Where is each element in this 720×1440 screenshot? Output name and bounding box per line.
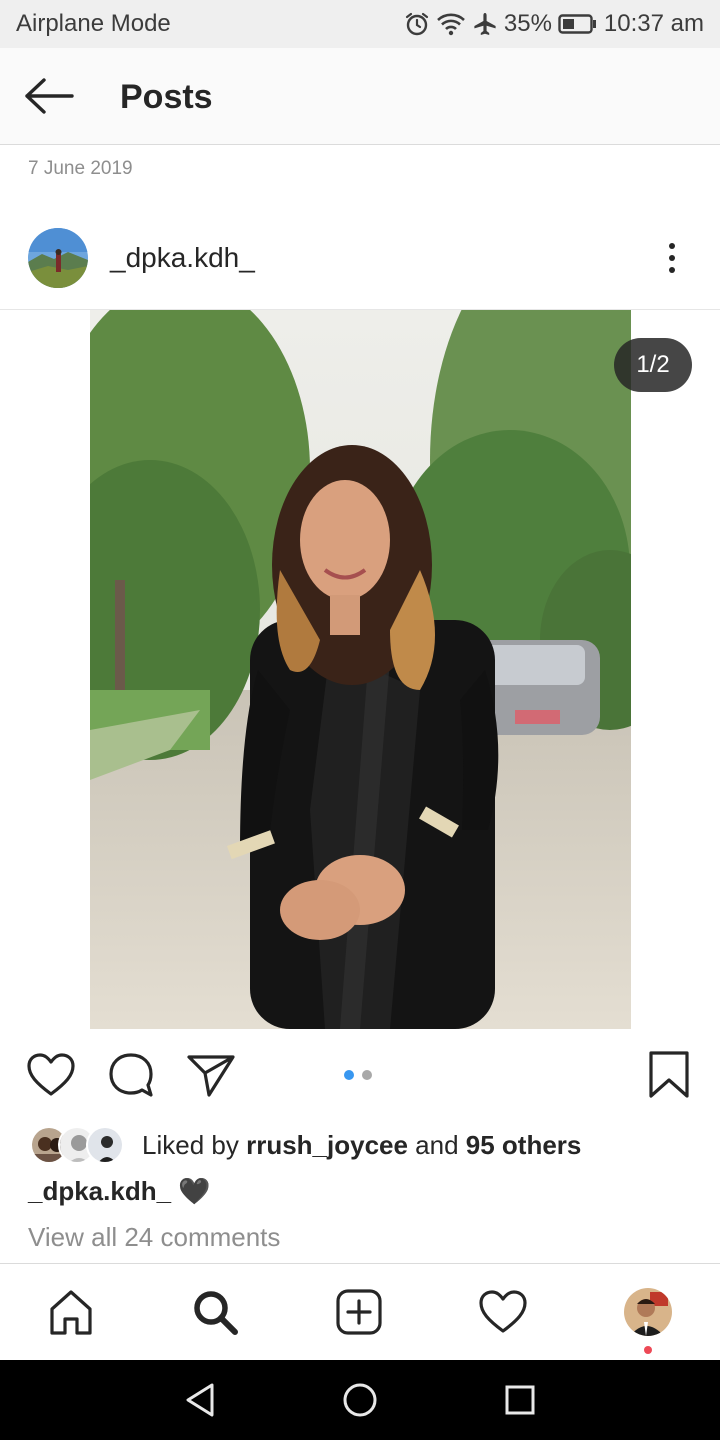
notification-dot [644,1346,652,1354]
airplane-icon [472,8,498,40]
status-bar: Airplane Mode 35% 10:37 am [0,0,720,48]
likes-and: and [407,1129,466,1160]
more-dot [669,267,675,273]
battery-percent: 35% [503,10,552,37]
system-home-button[interactable] [338,1378,382,1422]
system-navigation-bar [0,1360,720,1440]
more-options-button[interactable] [654,236,690,280]
nav-new-post[interactable] [331,1284,387,1340]
app-header: Posts [0,48,720,145]
activity-heart-icon [479,1290,527,1333]
author-username[interactable]: _dpka.kdh_ [110,242,255,274]
post-actions [0,1040,720,1112]
more-vertical-icon [669,243,675,249]
wifi-icon [436,8,466,40]
carousel-indicator [344,1070,372,1080]
home-circle-icon [343,1383,377,1417]
photo-counter-badge: 1/2 [614,338,692,392]
search-icon [194,1291,238,1335]
more-dot [669,255,675,261]
post-photo[interactable] [90,310,631,1029]
nav-profile[interactable] [620,1284,676,1340]
carousel-dot-active [344,1070,354,1080]
comment-icon [109,1053,153,1097]
share-button[interactable] [184,1048,238,1102]
post-caption: _dpka.kdh_ 🖤 [28,1176,211,1207]
system-recents-button[interactable] [498,1378,542,1422]
back-button[interactable] [18,74,78,118]
status-icons: 35% 10:37 am [404,8,704,40]
carousel-dot [362,1070,372,1080]
arrow-left-icon [25,78,74,114]
add-post-icon [336,1289,382,1335]
profile-avatar [624,1288,672,1336]
send-icon [187,1055,235,1097]
caption-text: 🖤 [171,1176,211,1206]
author-avatar[interactable] [28,228,88,288]
comment-button[interactable] [104,1048,158,1102]
likes-prefix: Liked by [142,1129,247,1160]
save-button[interactable] [642,1048,696,1102]
home-icon [50,1290,92,1335]
back-triangle-icon [186,1383,214,1417]
like-button[interactable] [24,1048,78,1102]
likes-others-count[interactable]: 95 others [466,1130,582,1160]
first-liker-username[interactable]: rrush_joycee [246,1130,408,1160]
clock-time: 10:37 am [603,10,704,37]
post-header: _dpka.kdh_ [0,214,720,310]
bookmark-icon [649,1051,689,1098]
alarm-icon [404,8,430,40]
battery-icon [558,8,598,40]
system-back-button[interactable] [178,1378,222,1422]
page-title: Posts [120,78,213,116]
liker-avatar [86,1126,124,1164]
recents-square-icon [505,1385,535,1415]
nav-activity[interactable] [475,1284,531,1340]
likes-summary: Liked by rrush_joycee and 95 others [142,1130,581,1161]
nav-search[interactable] [187,1284,243,1340]
view-all-comments-link[interactable]: View all 24 comments [28,1222,280,1253]
airplane-mode-label: Airplane Mode [16,10,171,37]
post-date: 7 June 2019 [28,158,133,179]
caption-username[interactable]: _dpka.kdh_ [28,1176,171,1206]
heart-icon [27,1053,75,1096]
bottom-navigation [0,1263,720,1360]
likes-row[interactable]: Liked by rrush_joycee and 95 others [30,1124,581,1166]
nav-home[interactable] [43,1284,99,1340]
